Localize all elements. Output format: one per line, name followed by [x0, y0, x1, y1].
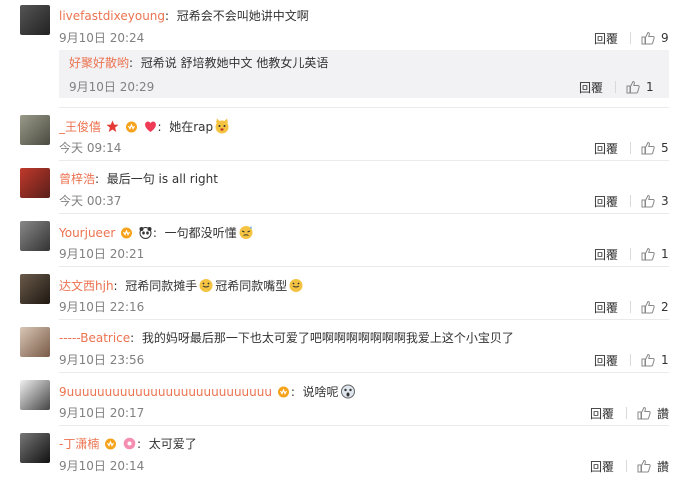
like-icon[interactable]: [641, 141, 655, 155]
avatar[interactable]: [20, 327, 50, 357]
comment-time: 9月10日 22:16: [59, 300, 145, 314]
like-label[interactable]: 讚: [657, 458, 669, 475]
shrug-emoji-icon: [199, 279, 213, 292]
reply-button[interactable]: 回覆: [594, 30, 618, 47]
like-count: 9: [661, 31, 669, 45]
comment-username[interactable]: livefastdixeyoung: [59, 9, 165, 23]
like-icon[interactable]: [637, 406, 651, 420]
avatar[interactable]: [20, 168, 50, 198]
colon-separator: :: [113, 279, 118, 293]
comment-text: 一句都没听懂: [164, 226, 237, 240]
reply-button[interactable]: 回覆: [594, 246, 618, 263]
reply-button[interactable]: 回覆: [590, 458, 614, 475]
like-count: 1: [646, 80, 654, 94]
colon-separator: :: [165, 9, 170, 23]
vip-crown-icon: [105, 438, 117, 450]
comment-username[interactable]: -丁潇楠: [59, 437, 99, 451]
avatar[interactable]: [20, 274, 50, 304]
sweat-emoji-icon: [239, 226, 253, 239]
comment-text-2: 冠希同款嘴型: [215, 279, 288, 293]
like-icon[interactable]: [641, 247, 655, 261]
comment-text: 最后一句 is all right: [106, 172, 218, 186]
reply-button[interactable]: 回覆: [594, 299, 618, 316]
comment-username[interactable]: _王俊僖: [59, 120, 101, 134]
colon-separator: :: [95, 172, 100, 186]
reply-text: 冠希说 舒培教她中文 他教女儿英语: [140, 56, 329, 70]
avatar[interactable]: [20, 433, 50, 463]
comment-text: 说啥呢: [302, 385, 339, 399]
colon-separator: :: [129, 56, 134, 70]
reply-button[interactable]: 回覆: [590, 405, 614, 422]
like-count: 3: [661, 194, 669, 208]
comment-time: 9月10日 20:24: [59, 31, 145, 45]
like-label[interactable]: 讚: [657, 405, 669, 422]
shrug-emoji-icon: [289, 279, 303, 292]
comment-text: 太可爱了: [148, 437, 197, 451]
comment-time: 9月10日 20:17: [59, 406, 145, 420]
sub-reply: 好聚好散哟: 冠希说 舒培教她中文 他教女儿英语 9月10日 20:29 回覆 …: [59, 50, 669, 98]
heart-badge-icon: [144, 121, 156, 132]
reply-button[interactable]: 回覆: [594, 352, 618, 369]
like-count: 2: [661, 300, 669, 314]
like-count: 5: [661, 141, 669, 155]
comment-time: 今天 00:37: [59, 194, 122, 208]
like-count: 1: [661, 247, 669, 261]
comment-username[interactable]: 9uuuuuuuuuuuuuuuuuuuuuuuuuuu: [59, 385, 272, 399]
avatar[interactable]: [20, 115, 50, 145]
comment-time: 9月10日 20:14: [59, 459, 145, 473]
like-icon[interactable]: [641, 31, 655, 45]
comment-username[interactable]: Yourjueer: [59, 226, 115, 240]
like-icon[interactable]: [637, 459, 651, 473]
like-icon[interactable]: [641, 353, 655, 367]
colon-separator: :: [130, 331, 135, 345]
reply-username[interactable]: 好聚好散哟: [69, 56, 129, 70]
reply-button[interactable]: 回覆: [594, 193, 618, 210]
like-icon[interactable]: [641, 194, 655, 208]
comment-username[interactable]: -----Beatrice: [59, 331, 130, 345]
comment-time: 今天 09:14: [59, 141, 122, 155]
reply-button[interactable]: 回覆: [579, 79, 603, 96]
colon-separator: :: [152, 226, 157, 240]
comment-text: 冠希同款摊手: [125, 279, 198, 293]
cat-emoji-icon: [215, 118, 229, 134]
avatar[interactable]: [20, 380, 50, 410]
colon-separator: :: [157, 120, 162, 134]
comment-username[interactable]: 曾梓浩: [59, 172, 95, 186]
like-icon[interactable]: [641, 300, 655, 314]
colon-separator: :: [290, 385, 295, 399]
comment-text: 她在rap: [169, 120, 214, 134]
vip-crown-icon: [121, 227, 133, 239]
avatar[interactable]: [20, 221, 50, 251]
reply-time: 9月10日 20:29: [69, 80, 155, 94]
like-icon[interactable]: [626, 80, 640, 94]
comment-text: 冠希会不会叫她讲中文啊: [176, 9, 309, 23]
avatar[interactable]: [20, 5, 50, 35]
reply-button[interactable]: 回覆: [594, 140, 618, 157]
panda-badge-icon: [139, 227, 152, 239]
star-badge-icon: [106, 120, 119, 132]
vip-crown-icon: [277, 386, 289, 398]
comment-time: 9月10日 23:56: [59, 353, 145, 367]
like-count: 1: [661, 353, 669, 367]
colon-separator: :: [137, 437, 142, 451]
comment-text: 我的妈呀最后那一下也太可爱了吧啊啊啊啊啊啊啊我爱上这个小宝贝了: [141, 331, 514, 345]
comment-username[interactable]: 达文西hjh: [59, 279, 114, 293]
shocked-emoji-icon: [340, 384, 355, 399]
vip-crown-icon: [125, 121, 137, 133]
comment-time: 9月10日 20:21: [59, 247, 145, 261]
donut-badge-icon: [123, 437, 136, 450]
